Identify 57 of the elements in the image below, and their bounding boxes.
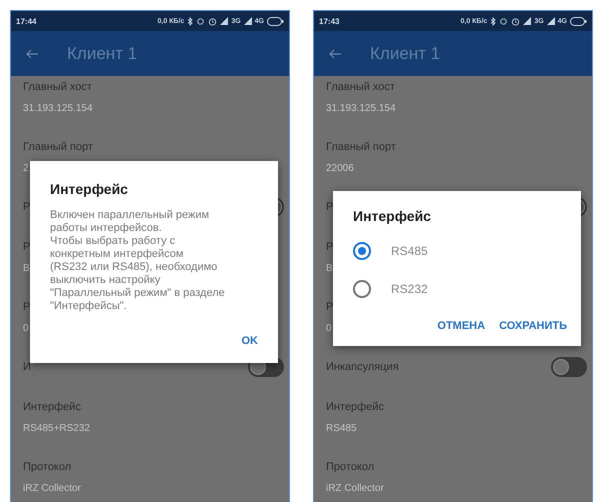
dialog-button[interactable]: СОХРАНИТЬ xyxy=(499,316,567,336)
field-value: iRZ Collector xyxy=(326,482,384,496)
signal-icon xyxy=(220,17,228,25)
battery-icon xyxy=(570,16,587,26)
field-label: Главный порт xyxy=(326,140,396,155)
field-label: Интерфейс xyxy=(326,400,384,415)
alarm-icon xyxy=(208,16,218,26)
field-value: 31.193.125.154 xyxy=(23,102,93,116)
gear-icon xyxy=(499,16,508,26)
dialog-title: Интерфейс xyxy=(50,181,129,197)
radio-button[interactable] xyxy=(353,280,371,298)
signal-icon xyxy=(523,17,532,25)
signal-icon xyxy=(244,17,252,25)
status-time: 17:44 xyxy=(16,16,36,26)
status-time: 17:43 xyxy=(319,16,340,26)
dialog-button[interactable]: ОТМЕНА xyxy=(437,316,486,336)
field-value: 22006 xyxy=(326,162,354,176)
screen-title: Клиент 1 xyxy=(370,44,440,64)
field-label: Протокол xyxy=(23,460,72,475)
field-value: RS485 xyxy=(326,422,357,436)
field-value: В xyxy=(326,262,333,276)
field-label: Главный хост xyxy=(23,80,92,95)
dialog-button[interactable]: OK xyxy=(242,331,258,351)
bluetooth-icon xyxy=(187,16,194,26)
dialog-title: Интерфейс xyxy=(353,208,432,224)
dialog-message: Включен параллельный режим работы интерфейсов. Чтобы выбрать работу с конкретным интерфейсом (RS232 или RS485), необходимо выключить настройку "Параллельный режим" в разделе "Интерфейсы". xyxy=(50,209,226,313)
field-label: Интерфейс xyxy=(23,400,81,415)
field-label: Инкапсуляция xyxy=(326,360,399,375)
field-label: Протокол xyxy=(326,460,374,475)
field-label: Р xyxy=(23,300,30,315)
field-label: Главный хост xyxy=(326,80,395,95)
option-label[interactable]: RS232 xyxy=(391,282,428,296)
field-value: 0 xyxy=(326,322,332,336)
field-label: И xyxy=(23,360,31,375)
gear-icon xyxy=(196,16,206,26)
field-value: 0 xyxy=(23,322,29,336)
field-label: Р xyxy=(23,200,30,215)
field-value: В xyxy=(23,262,30,276)
signal-icon xyxy=(546,17,555,25)
field-label: Главный порт xyxy=(23,140,93,155)
field-value: RS485+RS232 xyxy=(23,422,90,436)
field-value: 2 xyxy=(23,162,29,176)
back-arrow-icon[interactable] xyxy=(328,48,342,58)
field-label: Р xyxy=(326,200,334,215)
battery-icon xyxy=(267,16,284,26)
screen-title: Клиент 1 xyxy=(67,44,138,64)
field-label: Р xyxy=(326,300,334,315)
alarm-icon xyxy=(511,16,520,26)
toggle-switch[interactable] xyxy=(551,357,587,377)
field-value: iRZ Collector xyxy=(23,482,81,496)
radio-button[interactable] xyxy=(353,242,371,260)
back-arrow-icon[interactable] xyxy=(25,48,39,58)
field-label: Р xyxy=(326,240,334,255)
field-label: Р xyxy=(23,240,30,255)
option-label[interactable]: RS485 xyxy=(391,244,428,258)
field-value: 31.193.125.154 xyxy=(326,102,396,116)
bluetooth-icon xyxy=(490,16,496,26)
